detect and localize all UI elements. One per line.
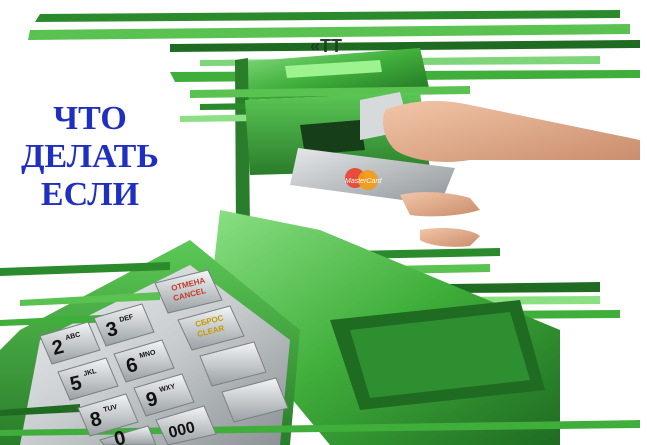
headline: ЧТО ДЕЛАТЬ ЕСЛИ	[0, 100, 180, 214]
atm-illustration: «ТТ MasterCard ОТМЕНА CANCEL СБРОС CLEAR…	[0, 10, 640, 445]
headline-line-3: ЕСЛИ	[40, 176, 140, 213]
card-brand: MasterCard	[345, 178, 383, 185]
headline-line-1: ЧТО	[53, 100, 127, 137]
atm-scene: «ТТ MasterCard ОТМЕНА CANCEL СБРОС CLEAR…	[0, 0, 647, 445]
headline-line-2: ДЕЛАТЬ	[21, 138, 159, 175]
card-slot-logo: «ТТ	[310, 36, 342, 56]
